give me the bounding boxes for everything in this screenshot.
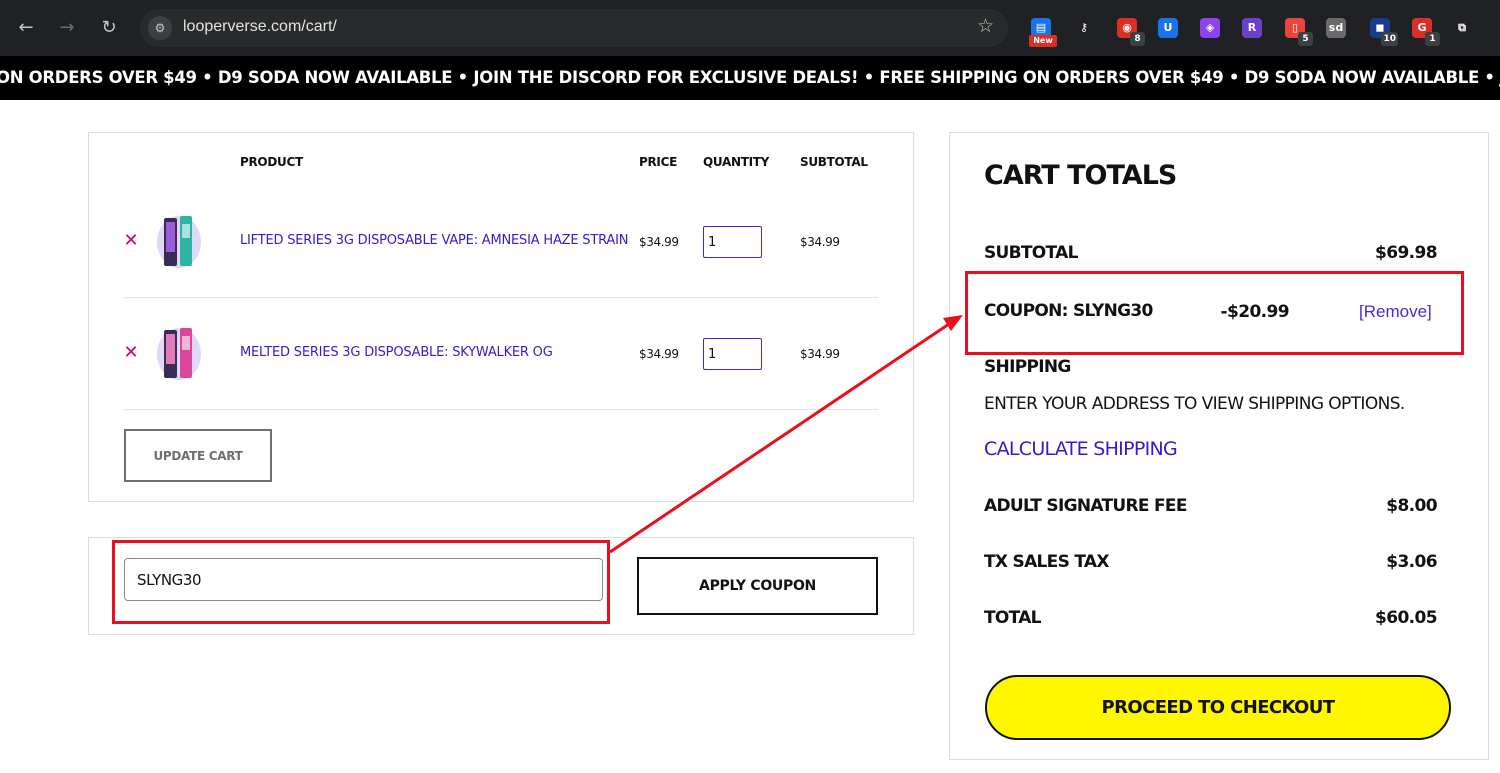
extension-badge: 10 <box>1381 32 1398 46</box>
shield-extension-icon[interactable]: U <box>1158 18 1178 38</box>
sd-extension-icon[interactable]: sd <box>1326 18 1346 38</box>
url-text[interactable]: looperverse.com/cart/ <box>183 18 337 36</box>
extension-badge: 8 <box>1130 32 1145 46</box>
ticker-text: ON ORDERS OVER $49 • D9 SODA NOW AVAILAB… <box>0 68 1500 87</box>
remove-item-icon[interactable]: ✕ <box>121 231 141 251</box>
shipping-label: SHIPPING <box>984 357 1071 377</box>
bookmark-star-icon[interactable]: ☆ <box>977 15 994 37</box>
apply-coupon-button[interactable]: APPLY COUPON <box>637 557 878 615</box>
adult-signature-fee-value: $8.00 <box>1386 496 1437 516</box>
r-extension-icon[interactable]: R <box>1242 18 1262 38</box>
key-extension-icon[interactable]: ⚷ <box>1074 18 1094 38</box>
product-link-melted[interactable]: MELTED SERIES 3G DISPOSABLE: SKYWALKER O… <box>240 345 553 360</box>
item-price: $34.99 <box>639 347 679 361</box>
item-subtotal: $34.99 <box>800 347 840 361</box>
promo-ticker: ON ORDERS OVER $49 • D9 SODA NOW AVAILAB… <box>0 56 1500 100</box>
remove-item-icon[interactable]: ✕ <box>121 343 141 363</box>
forward-icon[interactable]: → <box>53 14 81 42</box>
calculate-shipping-link[interactable]: CALCULATE SHIPPING <box>984 438 1178 460</box>
bookmark-extension-icon[interactable]: ▯ 5 <box>1285 18 1313 46</box>
blue-extension-icon[interactable]: ◼ 10 <box>1370 18 1398 46</box>
proceed-to-checkout-button[interactable]: PROCEED TO CHECKOUT <box>985 675 1451 740</box>
item-subtotal: $34.99 <box>800 235 840 249</box>
quantity-input[interactable] <box>703 338 762 370</box>
shipping-info-text: ENTER YOUR ADDRESS TO VIEW SHIPPING OPTI… <box>984 394 1405 414</box>
address-bar[interactable]: ⚙ looperverse.com/cart/ ☆ <box>140 9 1008 47</box>
header-product: PRODUCT <box>240 155 303 169</box>
new-extension-icon[interactable]: ▤ New <box>1029 18 1057 47</box>
header-quantity: QUANTITY <box>703 155 770 169</box>
total-value: $60.05 <box>1374 608 1438 628</box>
cart-totals-title: CART TOTALS <box>984 160 1177 191</box>
purple-extension-icon[interactable]: ◈ <box>1200 18 1220 38</box>
red-extension-icon[interactable]: ◉ 8 <box>1117 18 1145 46</box>
extension-badge: New <box>1029 35 1057 47</box>
puzzle-extension-icon[interactable]: ⧉ <box>1452 18 1472 38</box>
header-subtotal: SUBTOTAL <box>800 155 868 169</box>
row-divider <box>124 297 878 298</box>
extension-badge: 5 <box>1298 32 1313 46</box>
row-divider <box>124 409 878 410</box>
g-extension-icon[interactable]: G1 <box>1412 18 1440 46</box>
site-info-icon[interactable]: ⚙ <box>148 16 172 40</box>
product-link-lifted[interactable]: LIFTED SERIES 3G DISPOSABLE VAPE: AMNESI… <box>240 233 628 248</box>
adult-signature-fee-label: ADULT SIGNATURE FEE <box>984 496 1187 516</box>
item-price: $34.99 <box>639 235 679 249</box>
subtotal-label: SUBTOTAL <box>984 243 1078 263</box>
highlight-box <box>112 540 610 624</box>
sales-tax-value: $3.06 <box>1386 552 1437 572</box>
total-label: TOTAL <box>984 608 1042 628</box>
subtotal-value: $69.98 <box>1374 243 1438 263</box>
back-icon[interactable]: ← <box>12 14 40 42</box>
product-thumbnail[interactable] <box>156 324 202 382</box>
quantity-input[interactable] <box>703 226 762 258</box>
reload-icon[interactable]: ↻ <box>95 14 123 42</box>
browser-toolbar: ← → ↻ ⚙ looperverse.com/cart/ ☆ ▤ New ⚷ ◉ 8 U… <box>0 0 1500 56</box>
extension-badge: 1 <box>1425 32 1440 46</box>
product-thumbnail[interactable] <box>156 212 202 270</box>
sales-tax-label: TX SALES TAX <box>984 552 1109 572</box>
header-price: PRICE <box>639 155 678 169</box>
highlight-box <box>965 271 1464 355</box>
update-cart-button[interactable]: UPDATE CART <box>124 429 272 482</box>
